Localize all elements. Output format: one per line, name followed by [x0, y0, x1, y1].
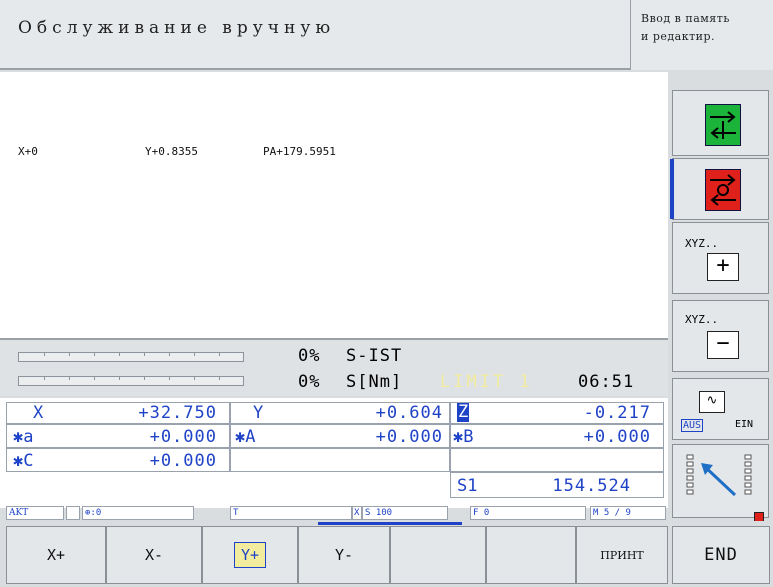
softkey-x-minus[interactable]: X-: [106, 526, 202, 584]
axis-z-value: -0.217: [583, 403, 651, 423]
akt-indicator: AKT: [6, 506, 64, 520]
axis-x-cell: X +32.750: [6, 402, 230, 424]
aus-ein-softkey[interactable]: ∿ AUS EIN: [672, 378, 769, 440]
clock: 06:51: [578, 372, 635, 392]
s-ist-label: S-IST: [346, 346, 403, 366]
vertical-softkey-bar: XYZ.. + XYZ.. − ∿ AUS EIN: [668, 72, 773, 522]
spindle-s1-cell: S1 154.524: [450, 472, 664, 498]
program-mode-label-1: Ввод в память: [641, 12, 730, 25]
green-pgm-softkey[interactable]: [672, 90, 769, 156]
feed-override-softkey[interactable]: [672, 444, 769, 518]
program-mode-label-2: и редактир.: [641, 30, 716, 43]
axis-x-value: +32.750: [138, 403, 217, 423]
axis-c-label: ✱C: [13, 451, 34, 471]
spindle-s1-label: S1: [457, 476, 478, 496]
softkey-empty-6[interactable]: [486, 526, 576, 584]
aus-label: AUS: [681, 419, 704, 432]
arrow-override-icon: [686, 454, 752, 497]
softkey-y-plus-container[interactable]: Y+: [202, 526, 298, 584]
status-empty-box: [66, 506, 80, 520]
empty-axis-cell: [230, 448, 450, 472]
axis-c-value: +0.000: [149, 451, 217, 471]
xs-field: X: [352, 506, 362, 520]
program-mode-panel[interactable]: Ввод в память и редактир.: [630, 0, 773, 70]
axis-z-label: Z: [457, 402, 470, 422]
wave-icon: ∿: [699, 391, 725, 413]
axis-A-value: +0.000: [375, 427, 443, 447]
spindle-s1-value: 154.524: [552, 476, 631, 496]
axis-display: X +32.750 Y +0.604 Z -0.217 ✱a +0.000 ✱A…: [0, 398, 668, 508]
axis-z-cell: Z -0.217: [450, 402, 664, 424]
axis-B-cell: ✱B +0.000: [450, 424, 664, 448]
xyz-plus-label: XYZ..: [685, 237, 719, 250]
minus-icon: −: [707, 331, 739, 359]
axis-y-value: +0.604: [375, 403, 443, 423]
red-circle-arrows-icon: [705, 169, 741, 211]
green-arrows-icon: [705, 104, 741, 146]
s-nm-bar: [18, 376, 244, 386]
spindle-status-area: 0% S-IST 0% S[Nm] LIMIT 1 06:51: [0, 338, 668, 396]
axis-B-label: ✱B: [453, 427, 474, 447]
xyz-minus-label: XYZ..: [685, 313, 719, 326]
tool-t-field: T: [230, 506, 352, 520]
softkey-empty-5[interactable]: [390, 526, 486, 584]
xyz-minus-softkey[interactable]: XYZ.. −: [672, 300, 769, 372]
tool-axis-field: ⊕:0: [82, 506, 194, 520]
feed-field: F 0: [470, 506, 586, 520]
s-ist-bar: [18, 352, 244, 362]
plus-icon: +: [707, 253, 739, 281]
empty-axis-cell: [450, 448, 664, 472]
axis-a-value: +0.000: [149, 427, 217, 447]
mode-title: Обслуживание вручную: [18, 18, 336, 38]
softkey-x-plus[interactable]: X+: [6, 526, 106, 584]
spindle-s-field: S 100: [362, 506, 448, 520]
axis-B-value: +0.000: [583, 427, 651, 447]
m-function-field: M 5 / 9: [590, 506, 666, 520]
axis-y-cell: Y +0.604: [230, 402, 450, 424]
softkey-print[interactable]: ПРИНТ: [576, 526, 668, 584]
axis-A-cell: ✱A +0.000: [230, 424, 450, 448]
position-y: Y+0.8355: [145, 145, 198, 158]
s-ist-percent: 0%: [298, 346, 321, 366]
softkey-y-plus[interactable]: Y+: [233, 542, 267, 568]
s-nm-label: S[Nm]: [346, 372, 403, 392]
main-display: X+0 Y+0.8355 PA+179.5951: [0, 72, 668, 338]
ein-label: EIN: [735, 419, 754, 430]
axis-c-cell: ✱C +0.000: [6, 448, 230, 472]
red-ref-softkey[interactable]: [670, 158, 769, 220]
limit-indicator: LIMIT 1: [440, 372, 533, 392]
s-nm-percent: 0%: [298, 372, 321, 392]
softkey-page-indicator: [318, 522, 462, 525]
position-x: X+0: [18, 145, 38, 158]
softkey-end[interactable]: END: [672, 526, 770, 584]
xyz-plus-softkey[interactable]: XYZ.. +: [672, 222, 769, 294]
softkey-y-minus[interactable]: Y-: [298, 526, 390, 584]
axis-y-label: Y: [253, 403, 264, 423]
axis-A-label: ✱A: [235, 427, 256, 447]
axis-x-label: X: [33, 403, 44, 423]
axis-a-cell: ✱a +0.000: [6, 424, 230, 448]
position-pa: PA+179.5951: [263, 145, 336, 158]
axis-a-label: ✱a: [13, 427, 34, 447]
